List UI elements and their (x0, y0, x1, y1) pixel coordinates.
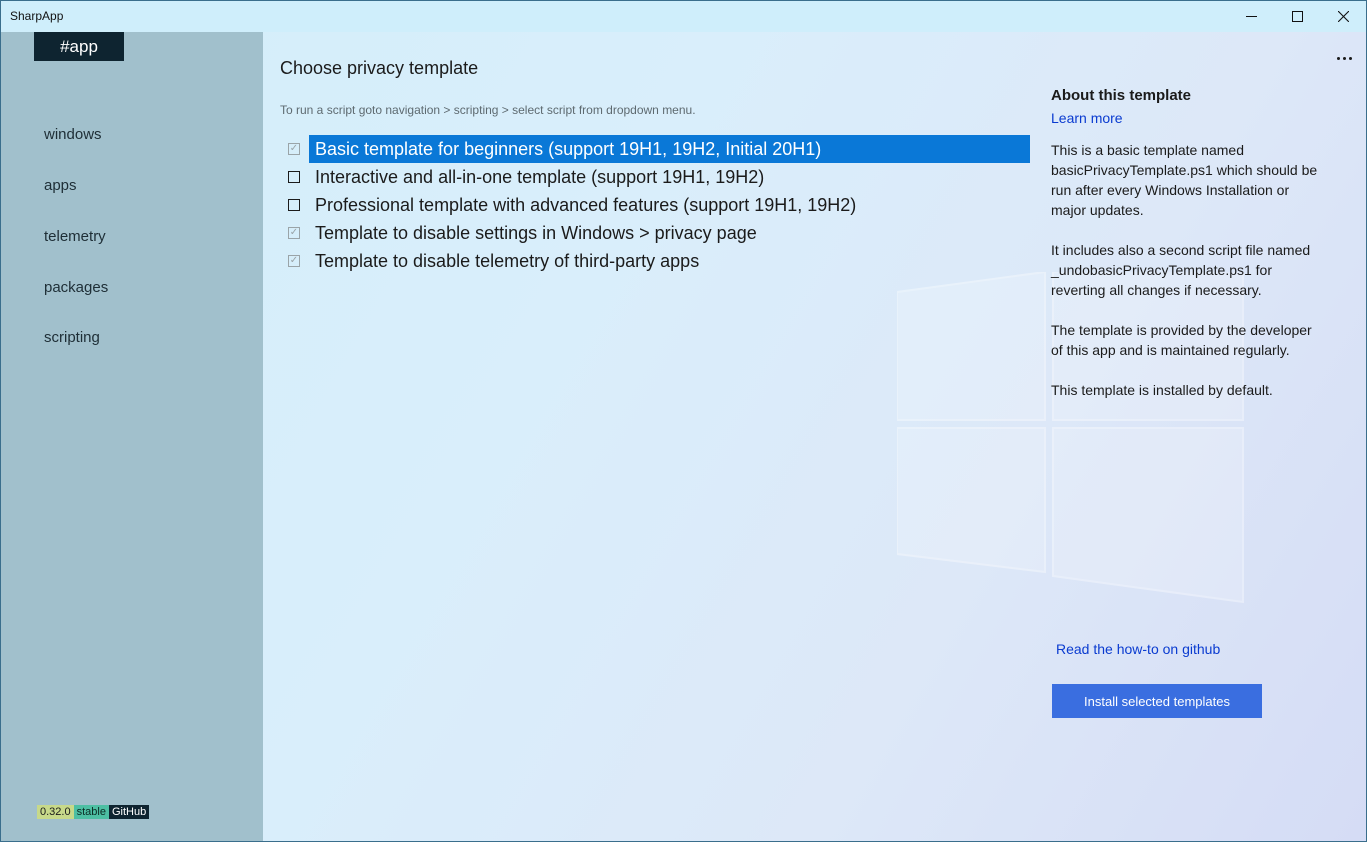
channel-badge: stable (73, 805, 109, 819)
nav-item-apps[interactable]: apps (44, 177, 77, 194)
navigation-hint: To run a script goto navigation > script… (280, 103, 696, 117)
about-title: About this template (1051, 87, 1192, 104)
version-badges[interactable]: 0.32.0 stable GitHub (37, 805, 150, 819)
minimize-icon (1245, 16, 1257, 17)
sidebar: #app windows apps telemetry packages scr… (1, 32, 263, 841)
about-paragraph: This is a basic template named basicPriv… (1051, 142, 1318, 218)
title-bar[interactable]: SharpApp (1, 1, 1366, 32)
template-item-windows-privacy[interactable]: ✓ Template to disable settings in Window… (280, 219, 1030, 247)
checkbox-checked-icon[interactable]: ✓ (288, 227, 300, 239)
checkbox-icon[interactable] (288, 199, 300, 211)
maximize-button[interactable] (1274, 1, 1320, 32)
template-item-third-party[interactable]: ✓ Template to disable telemetry of third… (280, 247, 1030, 275)
nav-item-packages[interactable]: packages (44, 279, 108, 296)
app-badge[interactable]: #app (34, 32, 124, 61)
main-content: Choose privacy template To run a script … (263, 32, 1366, 841)
checkbox-icon[interactable] (288, 171, 300, 183)
template-label: Interactive and all-in-one template (sup… (315, 167, 765, 187)
close-button[interactable] (1320, 1, 1366, 32)
nav-item-windows[interactable]: windows (44, 126, 102, 143)
maximize-icon (1291, 11, 1303, 22)
about-paragraph: This template is installed by default. (1051, 382, 1273, 398)
checkbox-checked-icon[interactable]: ✓ (288, 255, 300, 267)
app-window: SharpApp #app windows apps telemetry pac… (0, 0, 1367, 842)
more-options-button[interactable] (1332, 50, 1356, 66)
template-item-interactive[interactable]: Interactive and all-in-one template (sup… (280, 163, 1030, 191)
about-description: This is a basic template named basicPriv… (1051, 140, 1321, 400)
template-item-basic[interactable]: ✓ Basic template for beginners (support … (280, 135, 1030, 163)
template-label: Basic template for beginners (support 19… (309, 135, 1030, 163)
close-icon (1337, 11, 1349, 22)
nav-item-scripting[interactable]: scripting (44, 329, 100, 346)
page-title: Choose privacy template (280, 58, 479, 78)
window-title: SharpApp (10, 9, 64, 23)
about-paragraph: It includes also a second script file na… (1051, 242, 1311, 298)
minimize-button[interactable] (1228, 1, 1274, 32)
template-label: Professional template with advanced feat… (315, 195, 857, 215)
learn-more-link[interactable]: Learn more (1051, 110, 1321, 126)
about-panel: About this template Learn more This is a… (1051, 87, 1321, 420)
install-templates-button[interactable]: Install selected templates (1052, 684, 1262, 718)
template-label: Template to disable settings in Windows … (315, 223, 757, 243)
template-label: Template to disable telemetry of third-p… (315, 251, 700, 271)
about-paragraph: The template is provided by the develope… (1051, 322, 1312, 358)
more-icon (1336, 56, 1340, 60)
github-badge[interactable]: GitHub (108, 805, 150, 819)
github-howto-link[interactable]: Read the how-to on github (1056, 641, 1220, 657)
template-item-professional[interactable]: Professional template with advanced feat… (280, 191, 1030, 219)
nav-item-telemetry[interactable]: telemetry (44, 228, 106, 245)
template-list: ✓ Basic template for beginners (support … (280, 135, 1030, 275)
version-badge: 0.32.0 (37, 805, 74, 819)
checkbox-checked-icon[interactable]: ✓ (288, 143, 300, 155)
